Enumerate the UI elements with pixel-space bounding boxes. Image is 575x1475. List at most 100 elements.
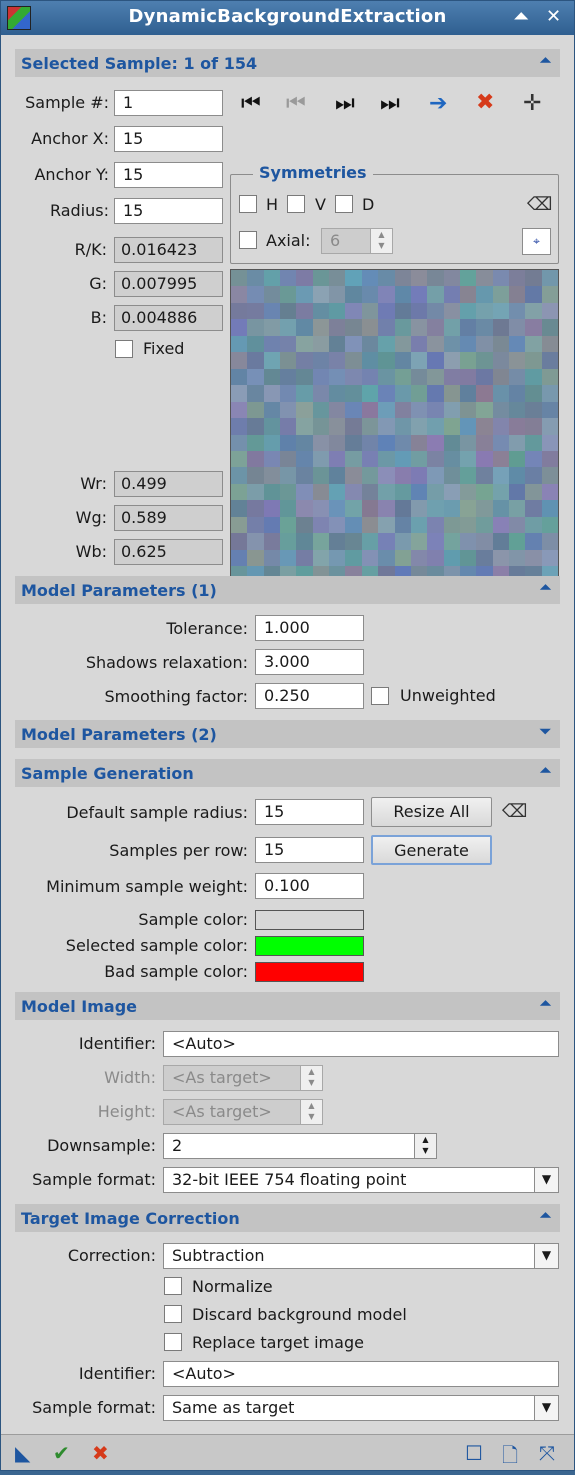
target-identifier-input[interactable]: <Auto> xyxy=(163,1361,559,1387)
downsample-spin-icon[interactable]: ▲ ▼ xyxy=(414,1134,436,1158)
normalize-checkbox[interactable] xyxy=(164,1277,182,1295)
reset-radius-icon[interactable]: ⌫ xyxy=(502,801,527,823)
anchor-x-input[interactable]: 15 xyxy=(114,126,223,152)
height-spin-icon[interactable]: ▲ ▼ xyxy=(300,1100,322,1124)
radius-input[interactable]: 15 xyxy=(114,198,223,224)
height-spinbox[interactable]: <As target> ▲ ▼ xyxy=(163,1099,323,1125)
window-title: DynamicBackgroundExtraction xyxy=(128,6,447,27)
selected-color-swatch[interactable] xyxy=(255,936,364,956)
close-icon[interactable]: ✕ xyxy=(546,6,561,27)
content-area: Selected Sample: 1 of 154 ⏶ Sample #: 1 … xyxy=(1,35,574,1434)
chevron-down-icon[interactable]: ▼ xyxy=(534,1396,558,1420)
width-label: Width: xyxy=(104,1068,156,1087)
sample-preview-image xyxy=(230,269,559,600)
rk-value: 0.016423 xyxy=(114,237,223,263)
collapse-icon[interactable]: ⏶ xyxy=(540,580,551,596)
axial-value: 6 xyxy=(330,231,341,250)
model-format-label: Sample format: xyxy=(32,1170,156,1189)
collapse-icon[interactable]: ⏶ xyxy=(540,53,551,69)
model-format-select[interactable]: 32-bit IEEE 754 floating point ▼ xyxy=(163,1167,559,1193)
bottom-toolbar: ◣ ✔ ✖ ☐ 🗋 ⤧ xyxy=(1,1434,574,1470)
expand-icon[interactable]: ⏷ xyxy=(540,724,551,740)
model-identifier-input[interactable]: <Auto> xyxy=(163,1031,559,1057)
title-bar[interactable]: DynamicBackgroundExtraction ⏶ ✕ xyxy=(1,1,574,35)
min-weight-input[interactable]: 0.100 xyxy=(255,873,364,899)
axial-checkbox[interactable] xyxy=(239,231,257,249)
width-spin-icon[interactable]: ▲ ▼ xyxy=(300,1066,322,1090)
symmetry-v-checkbox[interactable] xyxy=(287,195,305,213)
smoothing-factor-label: Smoothing factor: xyxy=(104,687,248,706)
replace-target-checkbox[interactable] xyxy=(164,1333,182,1351)
samples-per-row-label: Samples per row: xyxy=(109,841,248,860)
collapse-icon[interactable]: ⏶ xyxy=(540,996,551,1012)
resize-all-button[interactable]: Resize All xyxy=(371,797,492,827)
generate-button[interactable]: Generate xyxy=(371,835,492,865)
height-label: Height: xyxy=(97,1102,156,1121)
section-model-image[interactable]: Model Image ⏶ xyxy=(15,992,560,1020)
correction-select[interactable]: Subtraction ▼ xyxy=(163,1243,559,1269)
bad-color-swatch[interactable] xyxy=(255,962,364,982)
symmetry-options-icon[interactable]: ⌖ xyxy=(522,228,551,255)
symmetry-d-checkbox[interactable] xyxy=(335,195,353,213)
section-target-image-correction[interactable]: Target Image Correction ⏶ xyxy=(15,1204,560,1232)
collapse-icon[interactable]: ⏶ xyxy=(540,763,551,779)
tolerance-label: Tolerance: xyxy=(166,619,248,638)
default-radius-input[interactable]: 15 xyxy=(255,799,364,825)
b-value: 0.004886 xyxy=(114,305,223,331)
section-selected-sample[interactable]: Selected Sample: 1 of 154 ⏶ xyxy=(15,49,560,77)
chevron-down-icon[interactable]: ▼ xyxy=(534,1168,558,1192)
clear-symmetries-icon[interactable]: ⌫ xyxy=(527,194,552,216)
next-sample-icon[interactable]: ⏭ xyxy=(335,93,355,115)
wg-value: 0.589 xyxy=(114,505,223,531)
axial-spin-icon[interactable]: ▲ ▼ xyxy=(370,229,392,253)
shade-icon[interactable]: ⏶ xyxy=(514,6,528,27)
reset-icon[interactable]: ✖ xyxy=(92,1441,109,1465)
target-identifier-label: Identifier: xyxy=(78,1364,156,1383)
apply-global-icon[interactable]: ✔ xyxy=(53,1441,70,1465)
min-weight-label: Minimum sample weight: xyxy=(46,877,248,896)
symmetry-h-checkbox[interactable] xyxy=(239,195,257,213)
section-model-parameters-2[interactable]: Model Parameters (2) ⏷ xyxy=(15,720,560,748)
wr-value: 0.499 xyxy=(114,471,223,497)
sample-color-swatch[interactable] xyxy=(255,910,364,930)
wb-label: Wb: xyxy=(75,542,107,561)
section-title: Selected Sample: 1 of 154 xyxy=(21,54,258,73)
delete-sample-icon[interactable]: ✖ xyxy=(476,92,494,114)
discard-model-label: Discard background model xyxy=(192,1305,407,1324)
previous-sample-icon[interactable]: ⏮ xyxy=(286,93,306,115)
b-label: B: xyxy=(90,308,107,327)
discard-model-checkbox[interactable] xyxy=(164,1305,182,1323)
section-title: Model Image xyxy=(21,997,137,1016)
normalize-label: Normalize xyxy=(192,1277,273,1296)
section-model-parameters-1[interactable]: Model Parameters (1) ⏶ xyxy=(15,576,560,604)
target-format-select[interactable]: Same as target ▼ xyxy=(163,1395,559,1421)
radius-label: Radius: xyxy=(49,201,109,220)
tolerance-input[interactable]: 1.000 xyxy=(255,615,364,641)
anchor-y-input[interactable]: 15 xyxy=(114,162,223,188)
downsample-value: 2 xyxy=(172,1136,183,1155)
downsample-spinbox[interactable]: 2 ▲ ▼ xyxy=(163,1133,437,1159)
last-sample-icon[interactable]: ⏭ xyxy=(380,93,400,115)
unweighted-checkbox[interactable] xyxy=(371,687,389,705)
wr-label: Wr: xyxy=(80,474,107,493)
samples-per-row-input[interactable]: 15 xyxy=(255,837,364,863)
preview-icon[interactable]: ☐ xyxy=(465,1441,483,1465)
go-to-sample-icon[interactable]: ➔ xyxy=(429,93,447,115)
wg-label: Wg: xyxy=(75,508,107,527)
reset-to-defaults-icon[interactable]: ⤧ xyxy=(539,1441,555,1465)
documentation-icon[interactable]: 🗋 xyxy=(502,1441,518,1475)
chevron-down-icon[interactable]: ▼ xyxy=(534,1244,558,1268)
sample-number-input[interactable]: 1 xyxy=(114,90,223,116)
crosshair-icon[interactable]: ✛ xyxy=(523,93,541,115)
new-instance-icon[interactable]: ◣ xyxy=(15,1441,30,1465)
shadows-relaxation-input[interactable]: 3.000 xyxy=(255,649,364,675)
width-spinbox[interactable]: <As target> ▲ ▼ xyxy=(163,1065,323,1091)
collapse-icon[interactable]: ⏶ xyxy=(540,1208,551,1224)
wb-value: 0.625 xyxy=(114,539,223,565)
first-sample-icon[interactable]: ⏮ xyxy=(241,93,261,115)
fixed-checkbox[interactable] xyxy=(115,340,133,358)
axial-spinbox[interactable]: 6 ▲ ▼ xyxy=(321,228,393,254)
correction-label: Correction: xyxy=(67,1246,156,1265)
section-sample-generation[interactable]: Sample Generation ⏶ xyxy=(15,759,560,787)
smoothing-factor-input[interactable]: 0.250 xyxy=(255,683,364,709)
